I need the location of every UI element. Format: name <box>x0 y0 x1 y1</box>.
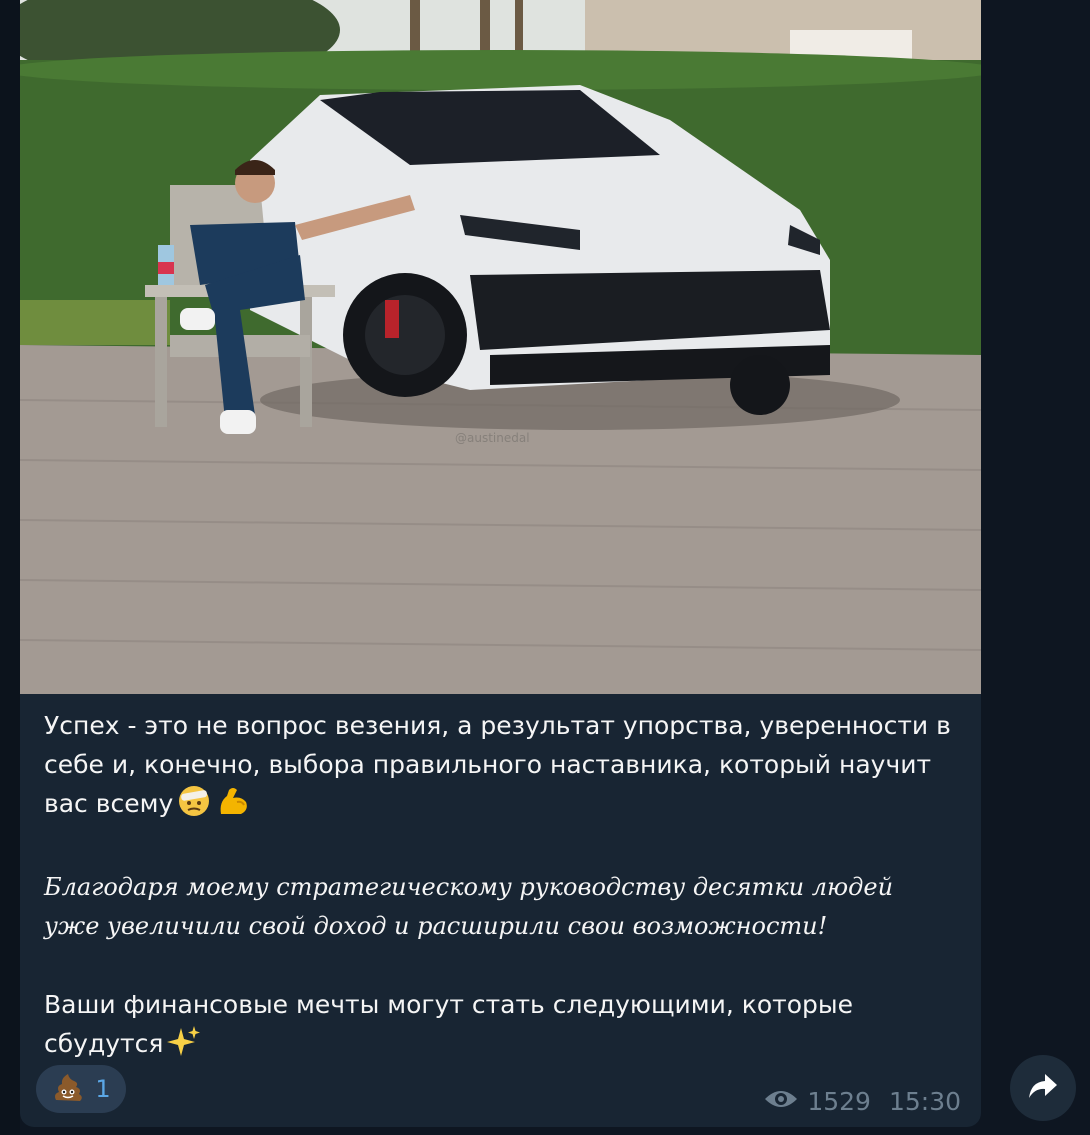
message-paragraph-1: Успех - это не вопрос везения, а результ… <box>44 706 954 829</box>
message-meta: 1529 15:30 <box>763 1087 961 1116</box>
eye-icon <box>763 1087 799 1116</box>
photo-watermark: @austinedal <box>455 431 530 445</box>
paragraph-3-text: Ваши финансовые мечты могут стать следую… <box>44 990 854 1058</box>
message-text: Успех - это не вопрос везения, а результ… <box>44 706 954 1069</box>
bandaged-face-emoji-icon <box>177 784 211 829</box>
message-paragraph-2: Благодаря моему стратегическому руководс… <box>44 873 894 940</box>
message-bubble[interactable]: @austinedal Успех - это не вопрос везени… <box>20 0 981 1127</box>
forward-button[interactable] <box>1010 1055 1076 1121</box>
flexed-biceps-emoji-icon <box>215 784 251 829</box>
message-time: 15:30 <box>888 1087 961 1116</box>
message-paragraph-3: Ваши финансовые мечты могут стать следую… <box>44 985 954 1069</box>
pile-of-poo-icon <box>51 1070 85 1108</box>
reaction-count: 1 <box>95 1075 111 1103</box>
sparkles-emoji-icon <box>167 1024 201 1069</box>
reaction-button[interactable]: 1 <box>36 1065 126 1113</box>
forward-arrow-icon <box>1027 1072 1059 1104</box>
left-edge-strip <box>0 0 20 1135</box>
view-count: 1529 <box>807 1087 871 1116</box>
post-photo[interactable]: @austinedal <box>20 0 981 694</box>
